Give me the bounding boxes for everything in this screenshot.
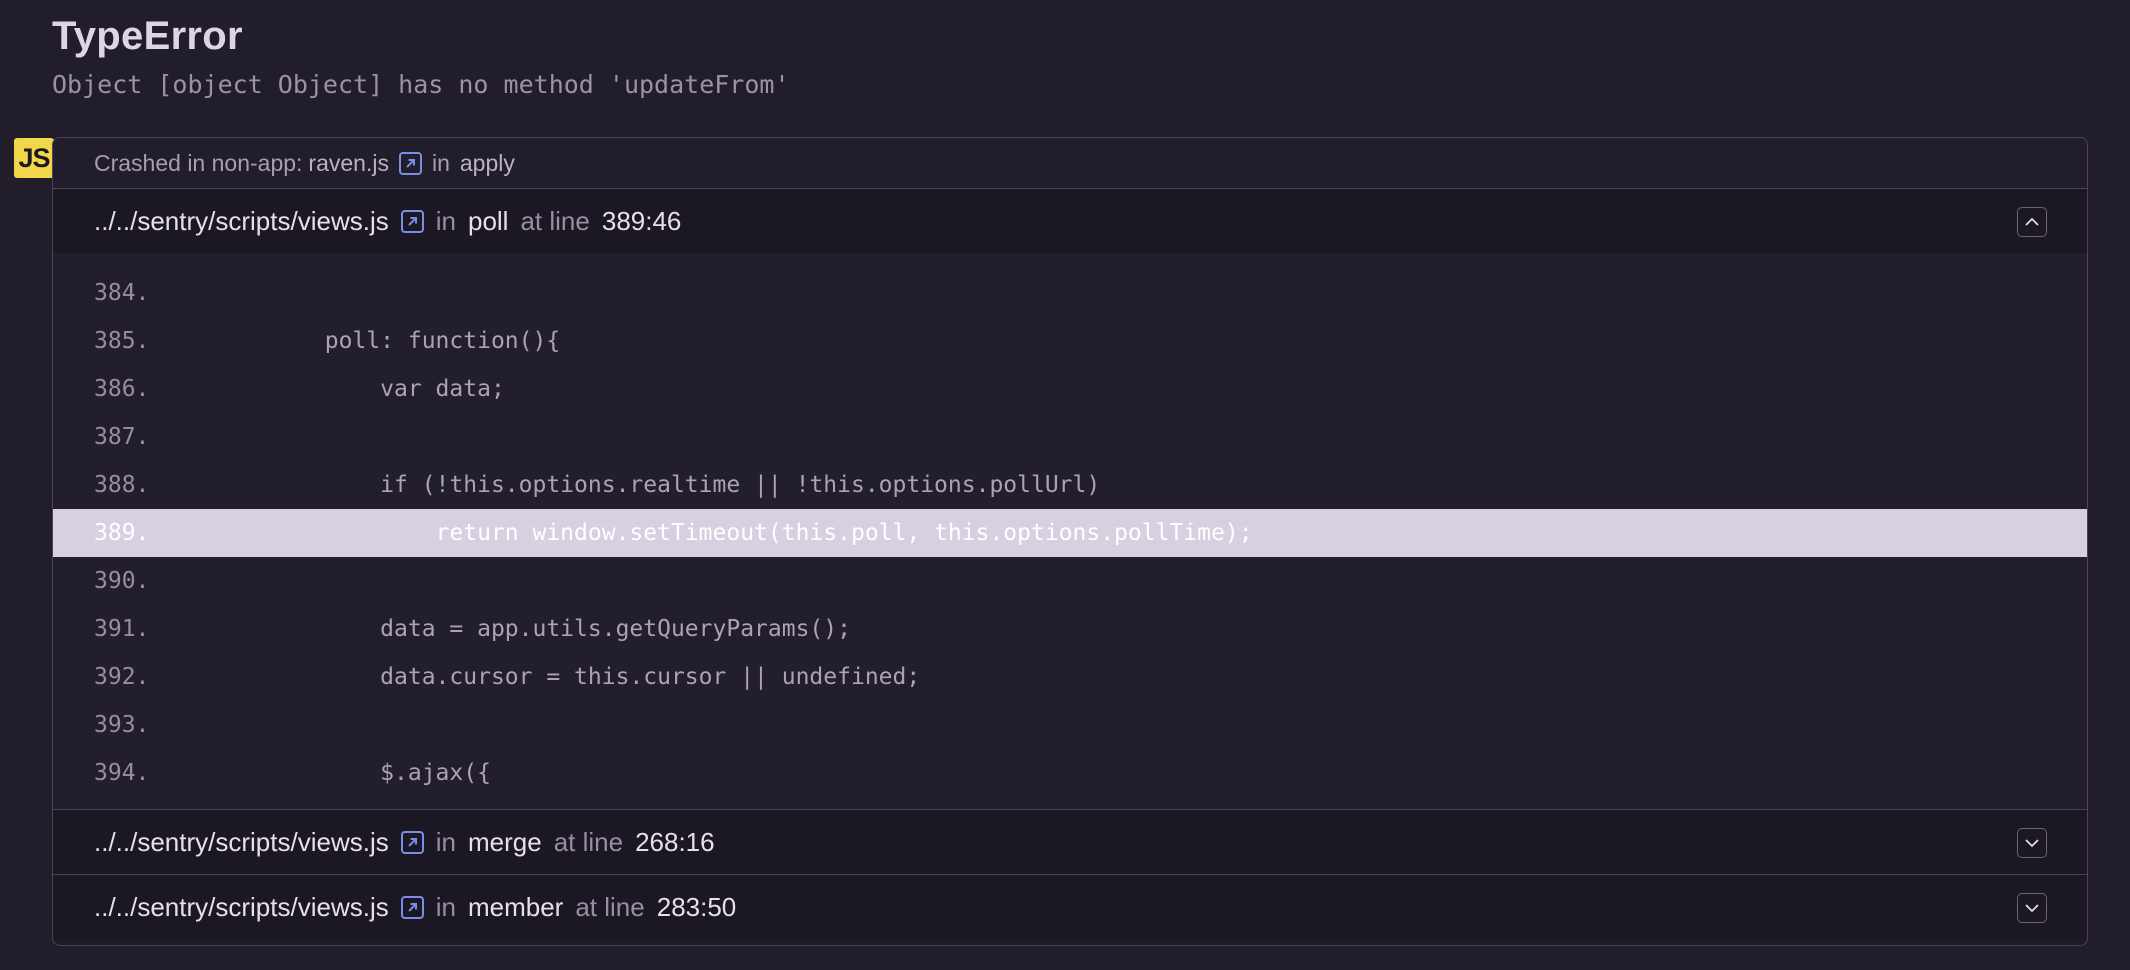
crash-in-word: in [431, 149, 450, 176]
code-line-highlighted: 389. return window.setTimeout(this.poll,… [53, 509, 2087, 557]
frame-file-path: ../../sentry/scripts/views.js [94, 826, 389, 857]
open-external-icon[interactable] [400, 895, 424, 919]
crash-function-name: apply [459, 149, 515, 176]
frame-code-context: 384. 385. poll: function(){ 386. var dat… [53, 253, 2087, 809]
code-line: 387. [94, 424, 150, 450]
error-type-title: TypeError [52, 14, 243, 58]
chevron-down-icon [2025, 839, 2039, 848]
frame-header[interactable]: ../../sentry/scripts/views.js in poll at… [53, 189, 2087, 253]
chevron-down-icon [2025, 904, 2039, 913]
frame-at-line-word: at line [575, 891, 645, 922]
frame-line-location: 389:46 [601, 205, 682, 236]
open-external-icon[interactable] [400, 209, 424, 233]
frame-file-path: ../../sentry/scripts/views.js [94, 891, 389, 922]
frame-line-location: 268:16 [635, 826, 715, 857]
open-external-icon[interactable] [400, 830, 424, 854]
frame-function-name: member [467, 891, 564, 922]
frame-in-word: in [435, 826, 456, 857]
frame-at-line-word: at line [553, 826, 624, 857]
open-external-icon[interactable] [398, 151, 422, 175]
javascript-platform-icon: JS [14, 138, 54, 178]
frame-at-line-word: at line [520, 205, 590, 236]
frame-header[interactable]: ../../sentry/scripts/views.js in member … [53, 875, 2087, 939]
frame-file-path: ../../sentry/scripts/views.js [94, 205, 389, 236]
code-line: 392. data.cursor = this.cursor || undefi… [94, 664, 921, 690]
expand-frame-button[interactable] [2017, 893, 2047, 923]
stack-frame: ../../sentry/scripts/views.js in member … [53, 874, 2087, 939]
crash-file-name: raven.js [308, 149, 389, 176]
code-line: 386. var data; [94, 376, 505, 402]
error-message: Object [object Object] has no method 'up… [52, 70, 790, 99]
crashed-in-non-app-notice: Crashed in non-app: raven.js in apply [53, 138, 2087, 189]
issue-page: TypeError Object [object Object] has no … [0, 0, 2130, 970]
chevron-up-icon [2025, 217, 2039, 226]
expand-frame-button[interactable] [2017, 828, 2047, 858]
code-line: 388. if (!this.options.realtime || !this… [94, 472, 1101, 498]
code-line: 384. [94, 280, 150, 306]
code-line: 393. [94, 712, 150, 738]
frame-in-word: in [435, 891, 456, 922]
frame-function-name: merge [467, 826, 542, 857]
stack-frame: ../../sentry/scripts/views.js in poll at… [53, 189, 2087, 809]
code-line: 390. [94, 568, 150, 594]
code-line: 394. $.ajax({ [94, 760, 491, 786]
stack-trace: Crashed in non-app: raven.js in apply ..… [52, 137, 2088, 946]
frame-line-location: 283:50 [656, 891, 737, 922]
crash-prefix: Crashed in non-app: [94, 149, 303, 176]
code-line: 391. data = app.utils.getQueryParams(); [94, 616, 851, 642]
collapse-frame-button[interactable] [2017, 207, 2047, 237]
code-line: 385. poll: function(){ [94, 328, 561, 354]
stack-frame: ../../sentry/scripts/views.js in merge a… [53, 809, 2087, 874]
frame-function-name: poll [467, 205, 509, 236]
frame-in-word: in [435, 205, 456, 236]
frame-header[interactable]: ../../sentry/scripts/views.js in merge a… [53, 810, 2087, 874]
